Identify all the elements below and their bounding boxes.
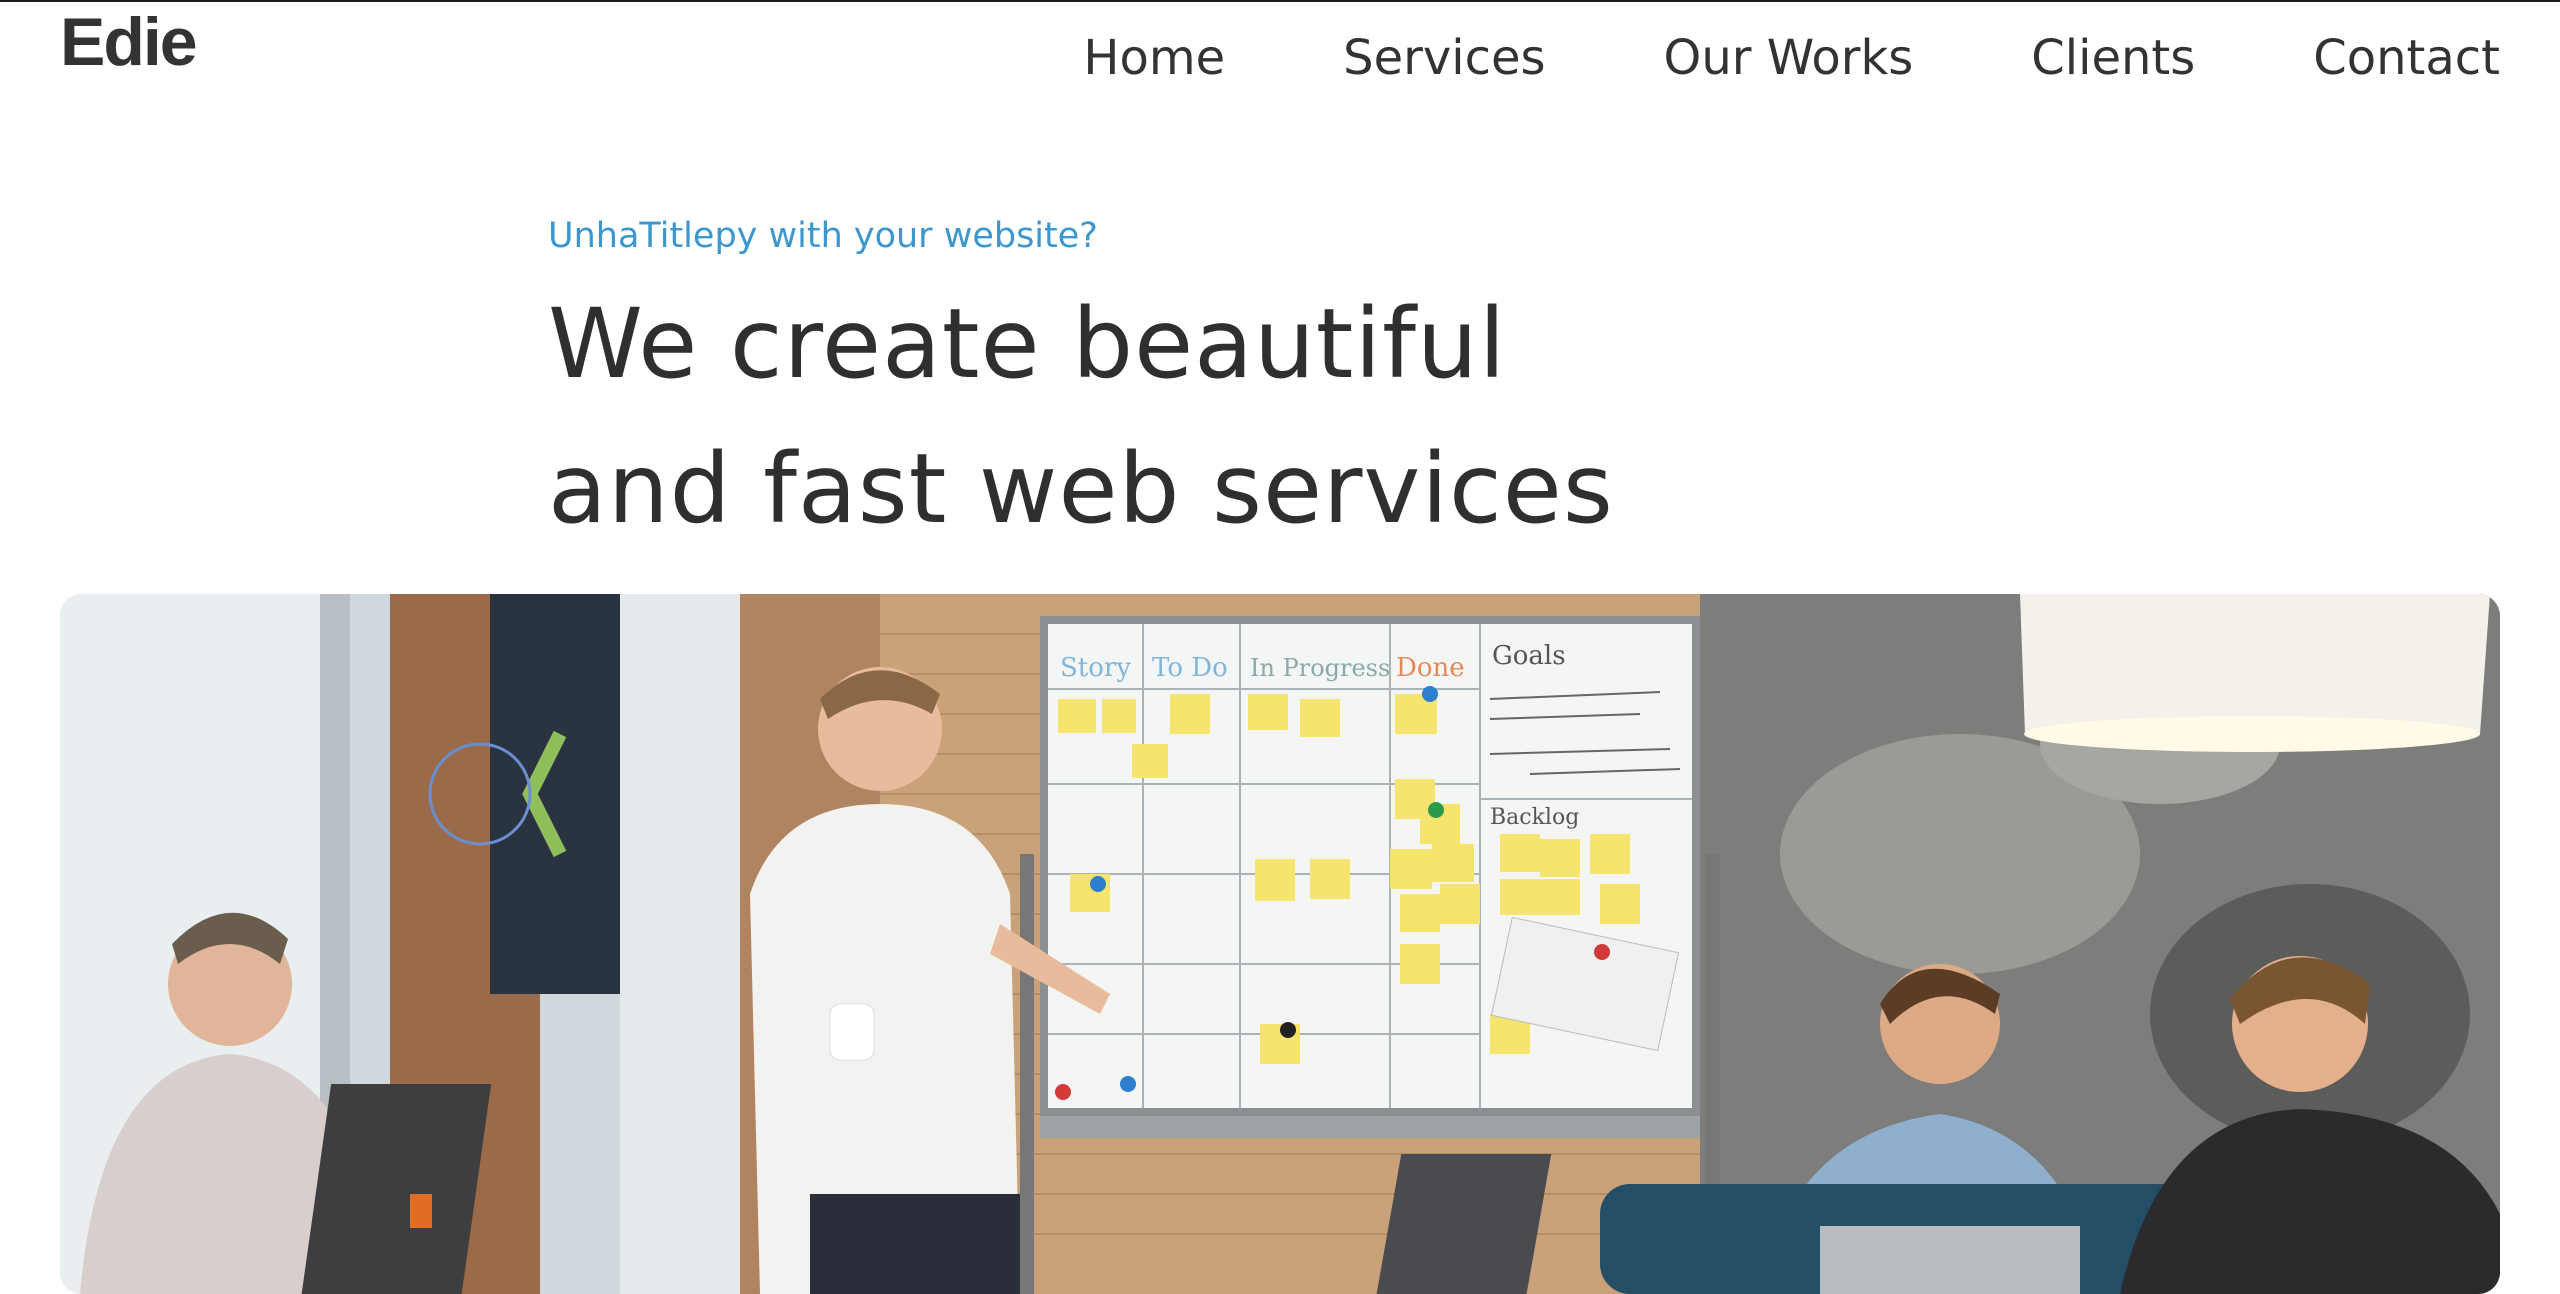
- laptop-center: [1376, 1154, 1552, 1294]
- whiteboard-header-story: Story: [1060, 653, 1131, 683]
- whiteboard-backlog: Backlog: [1490, 805, 1579, 830]
- whiteboard-header-todo: To Do: [1152, 653, 1228, 683]
- hero-section: UnhaTitlepy with your website? We create…: [548, 210, 1848, 562]
- nav-our-works-link[interactable]: Our Works: [1664, 34, 1914, 82]
- coffee-mug: [829, 1003, 875, 1061]
- laptop-right: [1820, 1226, 2080, 1294]
- nav-contact-link[interactable]: Contact: [2313, 34, 2500, 82]
- nav-services-link[interactable]: Services: [1343, 34, 1545, 82]
- hero-headline-line-2: and fast web services: [548, 433, 1614, 545]
- hanging-banner: [490, 594, 620, 994]
- hero-headline: We create beautiful and fast web service…: [548, 272, 1848, 562]
- hero-photo: Story To Do In Progress Done Goals Backl…: [60, 594, 2500, 1294]
- whiteboard-header-in-progress: In Progress: [1250, 654, 1390, 682]
- whiteboard-header-goals: Goals: [1492, 641, 1566, 671]
- hero-headline-line-1: We create beautiful: [548, 288, 1507, 400]
- nav-clients-link[interactable]: Clients: [2031, 34, 2195, 82]
- top-border: [0, 0, 2560, 2]
- laptop-left: [301, 1084, 492, 1294]
- nav-home-link[interactable]: Home: [1083, 34, 1225, 82]
- main-nav: Home Services Our Works Clients Contact: [1083, 34, 2500, 82]
- site-logo[interactable]: Edie: [60, 8, 198, 76]
- hero-eyebrow: UnhaTitlepy with your website?: [548, 216, 1098, 256]
- whiteboard-header-done: Done: [1396, 653, 1465, 683]
- team-meeting-illustration: Story To Do In Progress Done Goals Backl…: [60, 594, 2500, 1294]
